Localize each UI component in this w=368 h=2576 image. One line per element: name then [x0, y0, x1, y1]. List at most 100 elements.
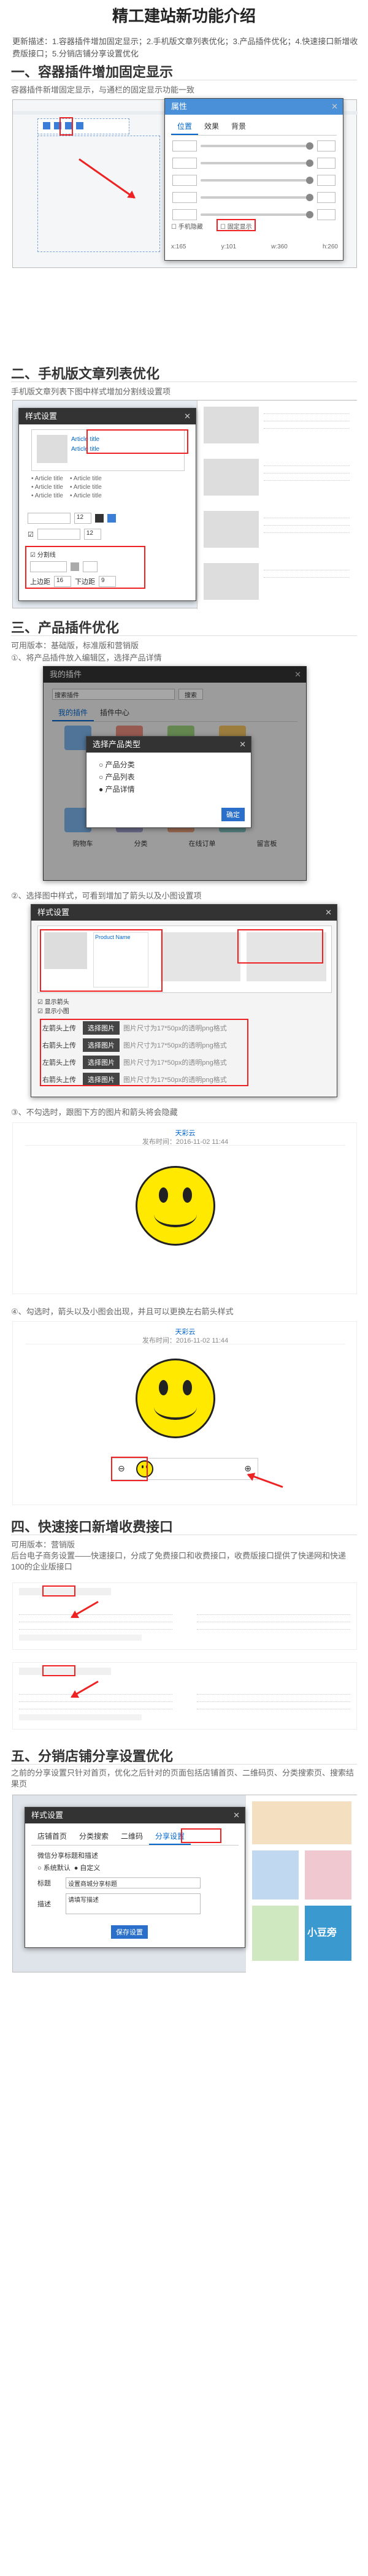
ok-button[interactable]: 确定 [221, 808, 245, 821]
product-type-dialog: 选择产品类型 ✕ ○ 产品分类 ○ 产品列表 ● 产品详情 确定 [86, 736, 251, 828]
step-2: ②、选择图中样式，可看到增加了箭头以及小图设置项 [11, 891, 202, 900]
save-button[interactable]: 保存设置 [111, 1925, 148, 1939]
preview-image [204, 563, 259, 600]
highlight-box [42, 1665, 75, 1676]
divider [11, 381, 357, 382]
highlight-box [237, 929, 323, 964]
highlight-box [40, 1019, 248, 1086]
highlight-box [59, 117, 73, 136]
value-input[interactable] [317, 158, 335, 169]
title-label: 标题 [37, 1880, 51, 1887]
close-icon[interactable]: ✕ [239, 737, 246, 753]
preview-shown: 天彩云 发布时间：2016-11-02 11:44 ⊖ ⊕ [12, 1321, 357, 1505]
position-select[interactable] [172, 140, 197, 151]
section-4-desc: 可用版本：营销版 [11, 1540, 75, 1549]
style-settings-window-2: 样式设置 ✕ Product Name ☑ 显示箭头 ☑ 显示小图 左箭头上传 选择… [31, 904, 337, 1097]
share-label: 微信分享标题和描述 [37, 1852, 98, 1860]
section-3-desc: 可用版本：基础版，标准版和营销版 [11, 641, 139, 650]
color-swatch[interactable] [95, 514, 104, 523]
style-settings-title: 样式设置 ✕ [31, 905, 337, 921]
divider [11, 635, 357, 636]
section-2-heading: 二、手机版文章列表优化 [11, 366, 160, 381]
font-size-input[interactable]: 12 [83, 529, 101, 540]
section-3-heading: 三、产品插件优化 [11, 620, 120, 635]
coord-y: y:101 [221, 243, 237, 250]
radio-custom[interactable]: ● 自定义 [74, 1863, 101, 1873]
font-size-input[interactable]: 12 [74, 513, 91, 524]
style-settings-window: 样式设置 ✕ Article title Article title • Arti… [18, 408, 196, 601]
page-title: 精工建站新功能介绍 [112, 7, 256, 25]
shop-preview: 小豆旁 [246, 1795, 358, 1973]
coord-x: x:165 [171, 243, 186, 250]
position-select[interactable] [172, 158, 197, 169]
section-1-heading: 一、容器插件增加固定显示 [11, 64, 174, 80]
coord-w: w:360 [271, 243, 288, 250]
position-select[interactable] [172, 192, 197, 203]
position-select[interactable] [172, 209, 197, 220]
radio-default[interactable]: ○ 系统默认 [37, 1863, 71, 1873]
preview-image [204, 459, 259, 496]
tab-effect[interactable]: 效果 [198, 118, 225, 135]
close-icon[interactable]: ✕ [184, 408, 191, 424]
share-settings-window: 样式设置 ✕ 店铺首页 分类搜索 二维码 分享设置 微信分享标题和描述 ○ 系统默… [25, 1807, 245, 1948]
close-icon[interactable]: ✕ [325, 905, 332, 921]
value-input[interactable] [317, 209, 335, 220]
step-1: ①、将产品插件放入编辑区，选择产品详情 [11, 653, 162, 662]
style-settings-title: 样式设置 ✕ [19, 408, 196, 424]
value-input[interactable] [317, 140, 335, 151]
section-5-heading: 五、分销店铺分享设置优化 [11, 1749, 174, 1764]
share-title-input[interactable]: 设置商城分享标题 [66, 1877, 201, 1888]
preview-hidden: 天彩云 发布时间：2016-11-02 11:44 [12, 1122, 357, 1294]
container-frame [37, 136, 160, 252]
tab-position[interactable]: 位置 [171, 118, 199, 135]
smiley-image [136, 1166, 215, 1246]
option-detail[interactable]: ● 产品详情 [99, 783, 239, 795]
intro-text: 更新描述：1.容器插件增加固定显示；2.手机版文章列表优化；3.产品插件优化；4… [12, 37, 358, 58]
close-icon[interactable]: ✕ [331, 99, 338, 115]
highlight-box [40, 929, 163, 992]
container-toolbar[interactable] [37, 118, 129, 134]
smiley-image [136, 1359, 215, 1438]
font-select[interactable] [28, 513, 71, 524]
dialog-title: 选择产品类型 ✕ [86, 737, 251, 753]
interface-settings-2 [12, 1662, 357, 1730]
option-list[interactable]: ○ 产品列表 [99, 771, 239, 783]
tab-shop-home[interactable]: 店铺首页 [31, 1828, 73, 1845]
step-5: 后台电子商务设置——快速接口，分成了免费接口和收费接口，收费版接口提供了快递网和… [11, 1551, 347, 1571]
banner-text: 小豆旁 [305, 1906, 351, 1961]
value-input[interactable] [317, 192, 335, 203]
section-2-desc: 手机版文章列表下图中样式增加分割线设置项 [11, 387, 171, 396]
section-5-desc: 之前的分享设置只针对首页，优化之后针对的页面包括店铺首页、二维码页、分类搜索页、… [11, 1768, 355, 1788]
properties-window: 属性 ✕ 位置 效果 背景 ☐ 手机隐藏 ☐ 固定显示 x:165 y:101 w… [164, 98, 343, 261]
hide-mobile-checkbox[interactable]: ☐ 手机隐藏 [171, 224, 203, 231]
checkbox[interactable]: ☑ [28, 531, 34, 539]
step-4: ④、勾选时，箭头以及小图会出现，并且可以更换左右箭头样式 [11, 1307, 234, 1316]
share-desc-input[interactable]: 请填写描述 [66, 1893, 201, 1914]
font-select[interactable] [37, 529, 80, 540]
mobile-preview [197, 401, 358, 609]
highlight-box [181, 1828, 221, 1843]
preview-image [204, 407, 259, 443]
divider [11, 1764, 357, 1765]
interface-settings-1 [12, 1582, 357, 1650]
color-swatch[interactable] [107, 514, 116, 523]
value-input[interactable] [317, 175, 335, 186]
properties-title: 属性 ✕ [165, 99, 343, 115]
tab-background[interactable]: 背景 [225, 118, 252, 135]
close-icon[interactable]: ✕ [233, 1807, 240, 1823]
preview-image [204, 511, 259, 548]
highlight-box [25, 546, 145, 589]
tab-qrcode[interactable]: 二维码 [115, 1828, 149, 1845]
highlight-box [111, 1457, 148, 1481]
option-category[interactable]: ○ 产品分类 [99, 759, 239, 771]
position-select[interactable] [172, 175, 197, 186]
desc-label: 描述 [37, 1901, 51, 1908]
share-settings-title: 样式设置 ✕ [25, 1807, 245, 1823]
show-thumb-checkbox[interactable]: ☑ 显示小图 [37, 1007, 69, 1016]
coord-h: h:260 [322, 243, 338, 250]
show-arrow-checkbox[interactable]: ☑ 显示箭头 [37, 998, 69, 1007]
section-4-heading: 四、快速接口新增收费接口 [11, 1519, 174, 1535]
section-1-desc: 容器插件新增固定显示，与通栏的固定显示功能一致 [11, 85, 195, 94]
tab-category-search[interactable]: 分类搜索 [73, 1828, 115, 1845]
annotation-arrow [248, 1473, 283, 1488]
